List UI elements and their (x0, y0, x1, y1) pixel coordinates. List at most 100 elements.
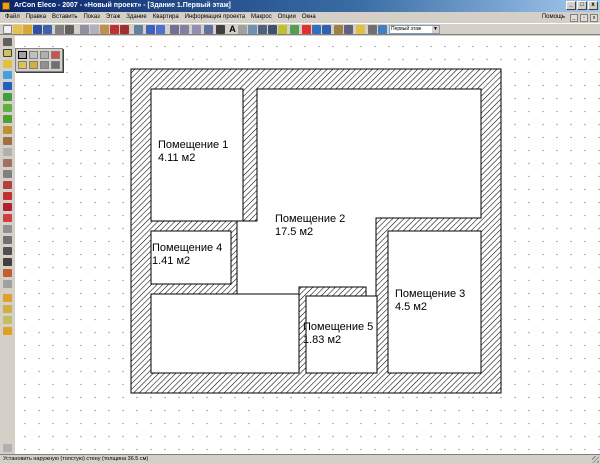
table-icon[interactable] (134, 25, 143, 34)
room-2-label[interactable]: Помещение 2 17.5 м2 (275, 213, 345, 239)
render-icon[interactable] (278, 25, 287, 34)
wall-tool-active-icon[interactable] (3, 49, 12, 57)
zoom-in-icon[interactable] (170, 25, 179, 34)
save-icon[interactable] (33, 25, 42, 34)
room-tool-icon[interactable] (3, 60, 12, 68)
menu-windows[interactable]: Окна (299, 12, 319, 23)
wall-type-yellow-2-icon[interactable] (29, 61, 38, 69)
camera-icon[interactable] (344, 25, 353, 34)
wall-type-thick-icon[interactable] (18, 51, 27, 59)
wall-type-red-icon[interactable] (51, 51, 60, 59)
copy-icon[interactable] (90, 25, 99, 34)
room-1-label[interactable]: Помещение 1 4.11 м2 (158, 139, 228, 165)
menu-apartment[interactable]: Квартира (150, 12, 182, 23)
menu-file[interactable]: Файл (2, 12, 23, 23)
menu-macro[interactable]: Макрос (248, 12, 275, 23)
plant-tool-icon[interactable] (3, 294, 12, 302)
wall-type-gray-icon[interactable] (40, 61, 49, 69)
column-tool-icon[interactable] (3, 115, 12, 123)
wall-tool-icon[interactable] (216, 25, 225, 34)
delete-icon[interactable] (110, 25, 119, 34)
light-icon[interactable] (356, 25, 365, 34)
snap-icon[interactable] (268, 25, 277, 34)
menu-options[interactable]: Опции (275, 12, 299, 23)
paste-icon[interactable] (100, 25, 109, 34)
menu-view[interactable]: Показ (80, 12, 102, 23)
view-3d-icon[interactable] (290, 25, 299, 34)
mdi-restore-button[interactable]: ▫ (580, 13, 588, 22)
pointer-tool-icon[interactable] (3, 38, 12, 46)
new-file-icon[interactable] (3, 25, 12, 34)
wall-type-brick-icon[interactable] (29, 51, 38, 59)
room-bottom-left-area[interactable] (150, 293, 300, 374)
terrain-tool-icon[interactable] (3, 280, 12, 288)
room-3-label[interactable]: Помещение 3 4.5 м2 (395, 288, 465, 314)
window-tool-icon[interactable] (3, 71, 12, 79)
wardrobe-tool-icon[interactable] (3, 148, 12, 156)
wall-type-light-icon[interactable] (40, 51, 49, 59)
save-as-icon[interactable] (43, 25, 52, 34)
abc-text-tool-icon[interactable] (3, 258, 12, 266)
door-tool-icon[interactable] (3, 82, 12, 90)
zoom-all-icon[interactable] (204, 25, 213, 34)
wall-type-dark-icon[interactable] (51, 61, 60, 69)
properties-icon[interactable] (120, 25, 129, 34)
menu-insert[interactable]: Вставить (49, 12, 80, 23)
dimension-tool-icon[interactable] (3, 269, 12, 277)
close-button[interactable]: x (588, 1, 598, 10)
layer-icon[interactable] (248, 25, 257, 34)
menu-building[interactable]: Здание (123, 12, 149, 23)
zoom-window-icon[interactable] (192, 25, 201, 34)
texture-tool-icon[interactable] (3, 170, 12, 178)
zoom-out-icon[interactable] (180, 25, 189, 34)
settings-icon[interactable] (368, 25, 377, 34)
roof-tool-icon[interactable] (3, 104, 12, 112)
grid-icon[interactable] (258, 25, 267, 34)
walkthrough-icon[interactable] (334, 25, 343, 34)
print-icon[interactable] (55, 25, 64, 34)
room-4-area-value: 1.41 м2 (152, 255, 191, 267)
open-folder-icon[interactable] (13, 25, 22, 34)
cut-icon[interactable] (80, 25, 89, 34)
room-5-label[interactable]: Помещение 5 1.83 м2 (303, 321, 373, 347)
measure-tool-icon[interactable] (3, 236, 12, 244)
floor-up-icon[interactable] (312, 25, 321, 34)
wall-type-yellow-icon[interactable] (18, 61, 27, 69)
line-tool-icon[interactable] (3, 247, 12, 255)
open-icon[interactable] (23, 25, 32, 34)
text-tool-icon[interactable]: A (228, 25, 237, 34)
menu-help[interactable]: Помощь (539, 12, 568, 23)
chevron-down-icon[interactable]: ▼ (432, 26, 439, 33)
print-area-icon[interactable] (3, 225, 12, 233)
photo-tool-icon[interactable] (3, 214, 12, 222)
room-4-label[interactable]: Помещение 4 1.41 м2 (152, 242, 222, 268)
menu-edit[interactable]: Правка (23, 12, 49, 23)
flag-icon[interactable] (302, 25, 311, 34)
floor-select[interactable]: Первый этаж ▼ (389, 25, 440, 34)
paint-tool-icon[interactable] (3, 327, 12, 335)
redo-icon[interactable] (156, 25, 165, 34)
maximize-button[interactable]: □ (577, 1, 587, 10)
brick-tool-icon[interactable] (3, 181, 12, 189)
stairs-tool-icon[interactable] (3, 93, 12, 101)
print-preview-icon[interactable] (65, 25, 74, 34)
undo-icon[interactable] (146, 25, 155, 34)
floor-down-icon[interactable] (322, 25, 331, 34)
section-tool-icon[interactable] (3, 159, 12, 167)
hatch-tool-icon[interactable] (3, 305, 12, 313)
floor-tool-icon[interactable] (3, 137, 12, 145)
fill-tool-icon[interactable] (3, 316, 12, 324)
menu-project-info[interactable]: Информация проекта (182, 12, 248, 23)
resize-grip-icon[interactable] (592, 456, 599, 463)
slab-tool-icon[interactable] (3, 126, 12, 134)
object-tool-icon[interactable] (3, 192, 12, 200)
drawing-canvas[interactable]: Помещение 1 4.11 м2 Помещение 2 17.5 м2 … (15, 36, 600, 454)
info-icon[interactable] (378, 25, 387, 34)
minimize-button[interactable]: _ (566, 1, 576, 10)
scroll-down-icon[interactable] (3, 444, 12, 452)
symbol-tool-icon[interactable] (3, 203, 12, 211)
menu-floor[interactable]: Этаж (103, 12, 123, 23)
mdi-minimize-button[interactable]: _ (570, 13, 578, 22)
mdi-close-button[interactable]: x (590, 13, 598, 22)
dimension-icon[interactable] (238, 25, 247, 34)
